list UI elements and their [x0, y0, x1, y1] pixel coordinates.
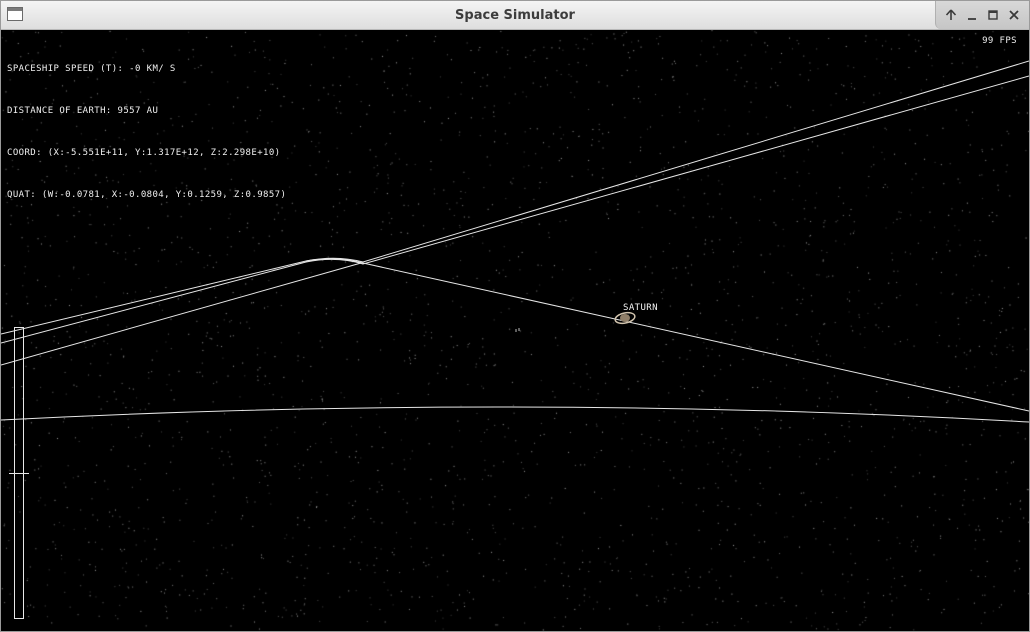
- close-button[interactable]: [1006, 7, 1022, 23]
- coordinates-text: COORD: (X:-5.551E+11, Y:1.317E+12, Z:2.2…: [7, 148, 281, 158]
- arrow-up-icon: [945, 9, 956, 20]
- window-controls: [935, 1, 1029, 29]
- close-icon: [1009, 10, 1020, 20]
- saturn-orbit-line: [305, 258, 1029, 412]
- earth-distance-text: DISTANCE OF EARTH: 9557 AU: [7, 106, 159, 116]
- saturn-label: SATURN: [623, 303, 658, 313]
- quaternion-text: QUAT: (W:-0.0781, X:-0.0804, Y:0.1259, Z…: [7, 190, 287, 200]
- maximize-button[interactable]: [985, 7, 1001, 23]
- hud-panel: SPACESHIP SPEED (T): -0 KM/ S DISTANCE O…: [7, 34, 286, 230]
- minimize-button[interactable]: [964, 7, 980, 23]
- simulation-viewport[interactable]: SPACESHIP SPEED (T): -0 KM/ S DISTANCE O…: [1, 30, 1029, 631]
- minimize-icon: [967, 18, 976, 20]
- keep-above-button[interactable]: [943, 7, 959, 23]
- throttle-indicator: [9, 473, 29, 474]
- app-window: Space Simulator SPACESHIP SPEED (T): -0 …: [0, 0, 1030, 632]
- spaceship-speed-text: SPACESHIP SPEED (T): -0 KM/ S: [7, 64, 176, 74]
- crosshair-marker: [515, 328, 520, 332]
- orbit-line-lower: [1, 262, 362, 366]
- window-title: Space Simulator: [455, 8, 575, 23]
- horizon-orbit-line: [1, 406, 1029, 423]
- fps-counter: 99 FPS: [982, 36, 1017, 46]
- title-bar[interactable]: Space Simulator: [1, 1, 1029, 30]
- maximize-icon: [988, 10, 998, 20]
